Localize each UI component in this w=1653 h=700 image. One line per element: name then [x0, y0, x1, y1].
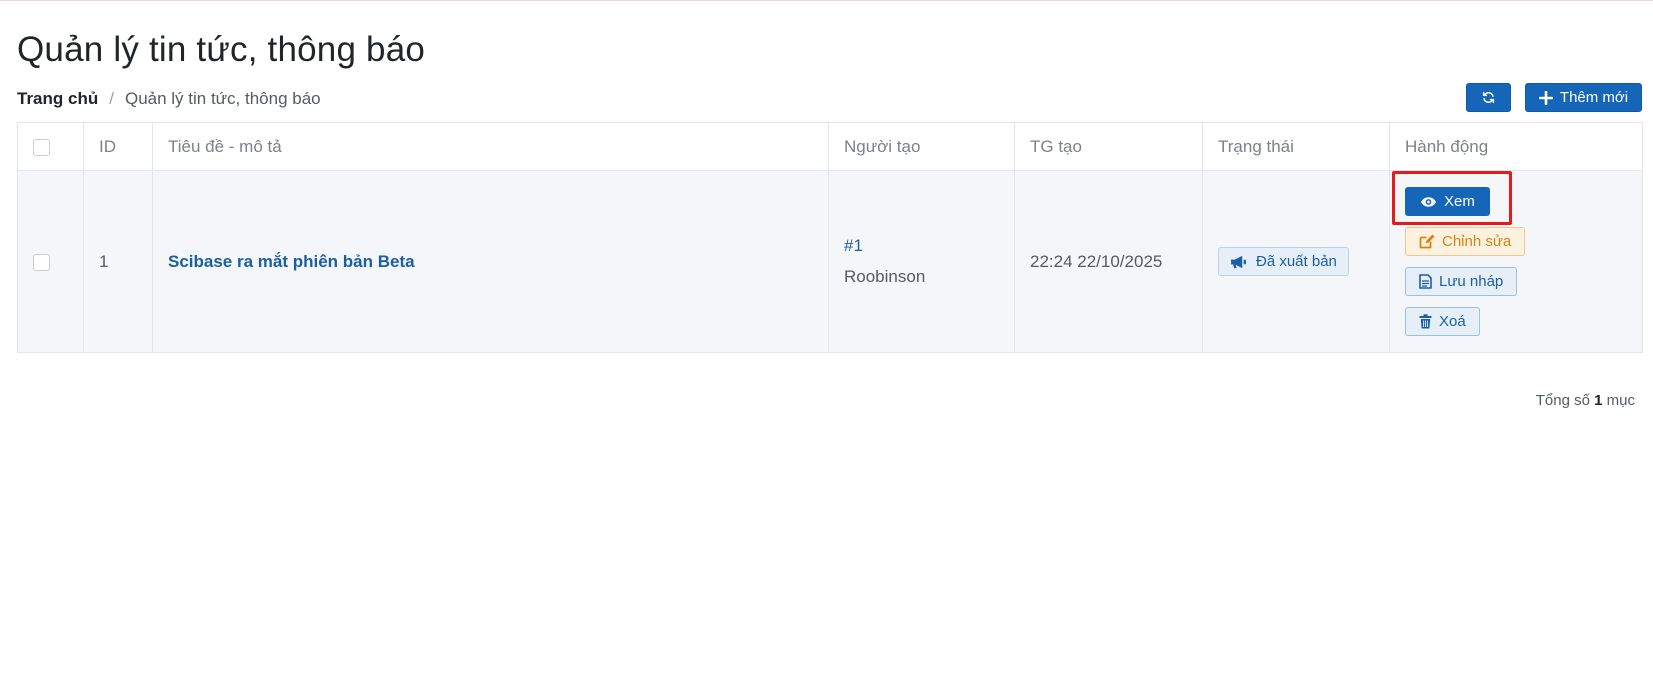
add-new-label: Thêm mới — [1559, 89, 1629, 106]
creator-name: Roobinson — [844, 267, 926, 286]
save-draft-label: Lưu nháp — [1439, 273, 1504, 290]
refresh-button[interactable] — [1466, 83, 1511, 112]
edit-icon — [1419, 234, 1435, 249]
total-prefix: Tổng số — [1535, 392, 1590, 409]
page-title: Quản lý tin tức, thông báo — [17, 30, 426, 69]
megaphone-icon — [1230, 255, 1247, 269]
cell-title: Scibase ra mắt phiên bản Beta — [152, 170, 829, 353]
refresh-icon — [1482, 91, 1495, 104]
header-created-at[interactable]: TG tạo — [1014, 122, 1203, 171]
total-number: 1 — [1594, 392, 1603, 409]
header-creator[interactable]: Người tạo — [828, 122, 1015, 171]
cell-status: Đã xuất bản — [1202, 170, 1390, 353]
breadcrumb: Trang chủ / Quản lý tin tức, thông báo — [17, 89, 321, 109]
row-checkbox[interactable] — [33, 253, 50, 271]
draft-icon — [1419, 274, 1432, 289]
top-divider — [0, 0, 1653, 1]
cell-select — [17, 170, 84, 353]
view-label: Xem — [1444, 193, 1475, 210]
delete-label: Xoá — [1439, 313, 1466, 330]
select-all-checkbox[interactable] — [33, 138, 50, 156]
total-suffix: mục — [1606, 392, 1635, 409]
cell-creator: #1 Roobinson — [828, 170, 1015, 353]
add-new-button[interactable]: Thêm mới — [1525, 83, 1642, 112]
view-button[interactable]: Xem — [1405, 187, 1490, 216]
save-draft-button[interactable]: Lưu nháp — [1405, 267, 1518, 296]
table-header-row: ID Tiêu đề - mô tả Người tạo TG tạo Trạn… — [17, 122, 1643, 171]
creator-id-link[interactable]: #1 — [844, 236, 999, 256]
edit-label: Chỉnh sửa — [1442, 233, 1512, 250]
table-row: 1 Scibase ra mắt phiên bản Beta #1 Roobi… — [17, 170, 1643, 353]
cell-actions: Xem Chỉnh sửa Lưu nháp Xoá — [1389, 170, 1643, 353]
edit-button[interactable]: Chỉnh sửa — [1405, 227, 1526, 256]
header-actions: Hành động — [1389, 122, 1643, 171]
news-table: ID Tiêu đề - mô tả Người tạo TG tạo Trạn… — [17, 122, 1643, 353]
total-count: Tổng số 1 mục — [1536, 392, 1635, 409]
eye-icon — [1420, 196, 1437, 208]
breadcrumb-home[interactable]: Trang chủ — [17, 89, 98, 109]
cell-created-at: 22:24 22/10/2025 — [1014, 170, 1203, 353]
trash-icon — [1419, 314, 1432, 329]
header-select-all — [17, 122, 84, 171]
cell-id: 1 — [83, 170, 153, 353]
header-title[interactable]: Tiêu đề - mô tả — [152, 122, 829, 171]
breadcrumb-current: Quản lý tin tức, thông báo — [124, 89, 321, 108]
news-title-link[interactable]: Scibase ra mắt phiên bản Beta — [168, 252, 415, 271]
header-id[interactable]: ID — [83, 122, 153, 171]
header-status[interactable]: Trạng thái — [1202, 122, 1390, 171]
plus-icon — [1538, 90, 1553, 105]
status-label: Đã xuất bản — [1256, 253, 1337, 270]
delete-button[interactable]: Xoá — [1405, 307, 1480, 336]
breadcrumb-separator: / — [109, 89, 114, 108]
status-badge: Đã xuất bản — [1218, 247, 1349, 276]
